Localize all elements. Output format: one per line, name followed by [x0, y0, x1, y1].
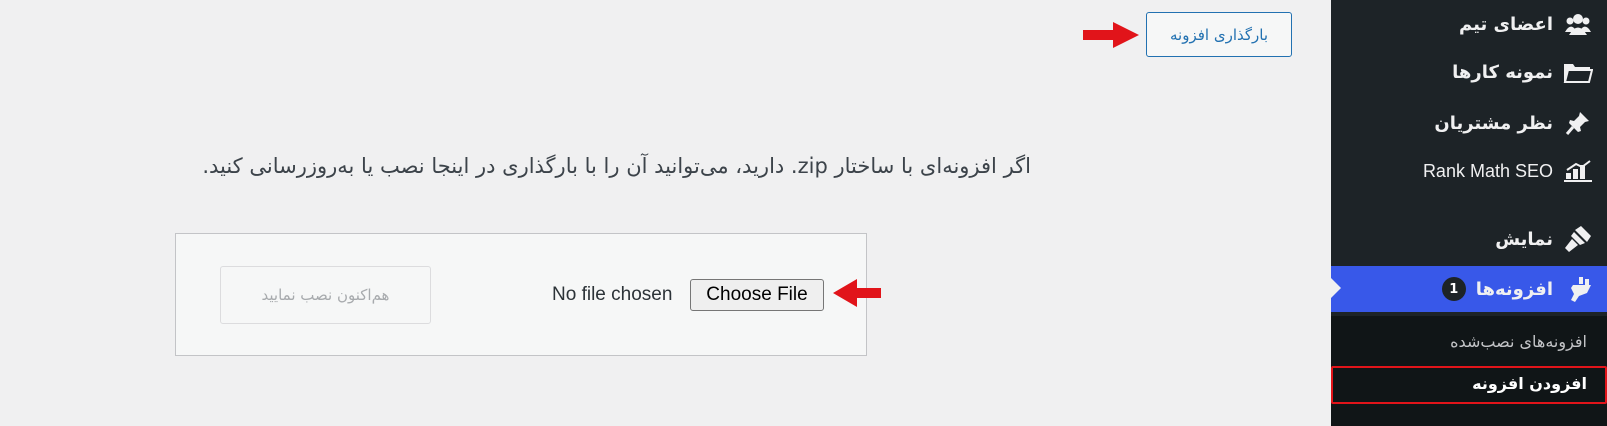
portfolio-folder-icon [1563, 57, 1593, 87]
admin-sidebar: اعضای تیم نمونه کارها نظر مشتریان Rank M… [1331, 0, 1607, 426]
add-plugin-highlight-box [1331, 366, 1607, 404]
update-count-badge: 1 [1441, 277, 1466, 301]
upload-description: اگر افزونه‌ای با ساختار zip. دارید، می‌ت… [202, 154, 1031, 178]
red-arrow-upload-icon [1083, 22, 1139, 48]
active-indicator [1331, 278, 1341, 298]
sidebar-item-rank-math-seo[interactable]: Rank Math SEO [1331, 149, 1607, 193]
submenu-installed-plugins[interactable]: افزونه‌های نصب‌شده [1450, 332, 1587, 351]
sidebar-item-label: اعضای تیم [1459, 13, 1553, 35]
sidebar-item-testimonials[interactable]: نظر مشتریان [1331, 101, 1607, 145]
file-status-text: No file chosen [552, 284, 673, 305]
testimonials-pin-icon [1563, 108, 1593, 138]
sidebar-item-label: افزونه‌ها [1475, 278, 1553, 300]
sidebar-item-label: نمایش [1495, 228, 1553, 250]
sidebar-item-label: نمونه کارها [1452, 61, 1553, 83]
sidebar-item-plugins[interactable]: 1 افزونه‌ها [1331, 266, 1607, 312]
upload-plugin-button[interactable]: بارگذاری افزونه [1146, 12, 1292, 57]
plugins-icon [1563, 274, 1593, 304]
red-arrow-choose-file-icon [833, 279, 881, 307]
main-content: بارگذاری افزونه اگر افزونه‌ای با ساختار … [0, 0, 1331, 426]
sidebar-item-label: نظر مشتریان [1434, 112, 1553, 134]
upload-form: هم‌اکنون نصب نمایید No file chosen Choos… [175, 233, 867, 356]
rank-math-icon [1563, 156, 1593, 186]
sidebar-item-team-members[interactable]: اعضای تیم [1331, 2, 1607, 46]
sidebar-item-label: Rank Math SEO [1422, 160, 1553, 181]
team-icon [1563, 9, 1593, 39]
choose-file-button[interactable]: Choose File [690, 279, 824, 311]
install-now-button[interactable]: هم‌اکنون نصب نمایید [220, 266, 431, 324]
appearance-brush-icon [1563, 224, 1593, 254]
sidebar-item-portfolio[interactable]: نمونه کارها [1331, 50, 1607, 94]
sidebar-item-appearance[interactable]: نمایش [1331, 217, 1607, 261]
